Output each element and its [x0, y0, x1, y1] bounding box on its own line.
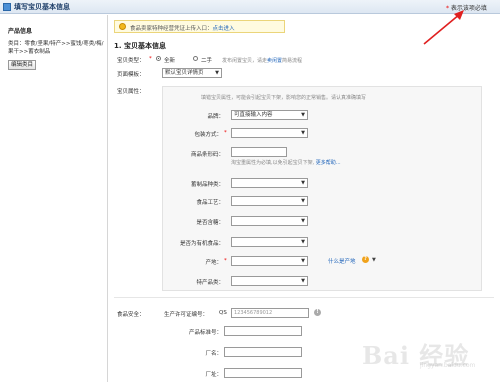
attrs-label: 宝贝属性：	[117, 89, 145, 95]
packaging-select[interactable]: ▼	[231, 128, 308, 138]
license-prefix: QS	[219, 310, 227, 316]
address-label: 厂址：	[205, 372, 222, 378]
radio-used[interactable]	[193, 56, 198, 61]
template-select[interactable]: 默认宝贝详情页 ▼	[162, 68, 222, 78]
chevron-down-icon: ▼	[301, 112, 305, 118]
radio-used-label: 二手	[201, 58, 213, 64]
category-path: 类目：零食/坚果/特产>>蜜饯/枣类/梅/果干>>蓄衣制品	[8, 41, 104, 55]
organic-label: 是否为有机食品：	[179, 241, 224, 247]
info-icon[interactable]: !	[314, 309, 321, 316]
help-link[interactable]: 更多帮助...	[316, 160, 341, 166]
watermark-url: jingyan.baidu.com	[420, 362, 476, 369]
chevron-down-icon: ▼	[301, 239, 305, 245]
preserved-type-select[interactable]: ▼	[231, 178, 308, 188]
sugar-label: 是否含糖：	[196, 220, 224, 226]
brand-label: 品牌：	[207, 114, 224, 120]
brand-select[interactable]: 可直接输入内容 ▼	[231, 110, 308, 120]
item-type-hint: 发布闲置宝贝，请走卖闲置简易流程	[222, 58, 303, 64]
process-select[interactable]: ▼	[231, 196, 308, 206]
license-label: 生产许可证编号：	[164, 312, 209, 318]
annotation-arrow	[423, 10, 464, 45]
food-safety-label: 食品安全：	[117, 312, 145, 318]
sidebar: 产品信息 类目：零食/坚果/特产>>蜜饯/枣类/梅/果干>>蓄衣制品 编辑类目	[0, 15, 108, 382]
chevron-down-icon: ▼	[215, 70, 219, 76]
notice-bar: 食品卖家特种经营凭证上传入口：点击进入	[114, 20, 285, 33]
edit-category-button[interactable]: 编辑类目	[8, 60, 36, 70]
radio-new[interactable]	[156, 56, 161, 61]
preserved-type-label: 蓄制品种类：	[190, 182, 224, 188]
process-label: 食品工艺：	[196, 200, 224, 206]
sugar-select[interactable]: ▼	[231, 216, 308, 226]
section-title: 1. 宝贝基本信息	[114, 42, 166, 50]
template-label: 页面模板：	[117, 72, 145, 78]
item-type-label: 宝贝类型：	[117, 58, 145, 64]
packaging-label: 包装方式：	[194, 132, 222, 138]
item-type-star: *	[149, 56, 152, 62]
barcode-input[interactable]	[231, 147, 287, 157]
section-divider	[114, 297, 494, 298]
notice-text: 食品卖家特种经营凭证上传入口：点击进入	[130, 26, 235, 32]
chevron-down-icon: ▼	[301, 278, 305, 284]
packaging-star: *	[224, 130, 227, 136]
page-title: 填写宝贝基本信息	[14, 3, 70, 11]
idle-link[interactable]: 卖闲置	[267, 58, 282, 64]
chevron-down-icon: ▼	[301, 218, 305, 224]
standard-input[interactable]	[224, 326, 302, 336]
form-icon	[3, 3, 11, 11]
origin-help-link[interactable]: 什么是产地	[328, 257, 356, 265]
notice-link[interactable]: 点击进入	[213, 26, 235, 32]
barcode-hint: 淘宝重属性为必填,以免引起宝贝下架, 更多帮助...	[231, 160, 341, 166]
address-input[interactable]	[224, 368, 302, 378]
origin-label: 产地：	[205, 260, 222, 266]
attrs-hint: 填错宝贝属性，可能会引起宝贝下架，影响您的正常销售。请认真准确填写	[201, 95, 367, 101]
chevron-down-icon: ▼	[301, 258, 305, 264]
license-input[interactable]: 123456789012	[231, 308, 309, 318]
sidebar-title: 产品信息	[8, 28, 33, 35]
chevron-down-icon: ▼	[301, 130, 305, 136]
organic-select[interactable]: ▼	[231, 237, 308, 247]
chevron-down-icon: ▼	[301, 198, 305, 204]
chevron-down-icon: ▼	[301, 180, 305, 186]
barcode-label: 商品条形码：	[190, 152, 224, 158]
origin-star: *	[224, 258, 227, 264]
standard-label: 产品标准号：	[188, 330, 222, 336]
bulb-icon	[119, 23, 126, 30]
factory-input[interactable]	[224, 347, 302, 357]
chevron-down-icon[interactable]: ▼	[372, 257, 378, 263]
origin-select[interactable]: ▼	[231, 256, 308, 266]
radio-new-label: 全新	[164, 58, 176, 64]
specialty-label: 特产品类：	[196, 280, 224, 286]
specialty-select[interactable]: ▼	[231, 276, 308, 286]
question-icon[interactable]: ?	[362, 256, 369, 263]
factory-label: 厂名：	[205, 351, 222, 357]
